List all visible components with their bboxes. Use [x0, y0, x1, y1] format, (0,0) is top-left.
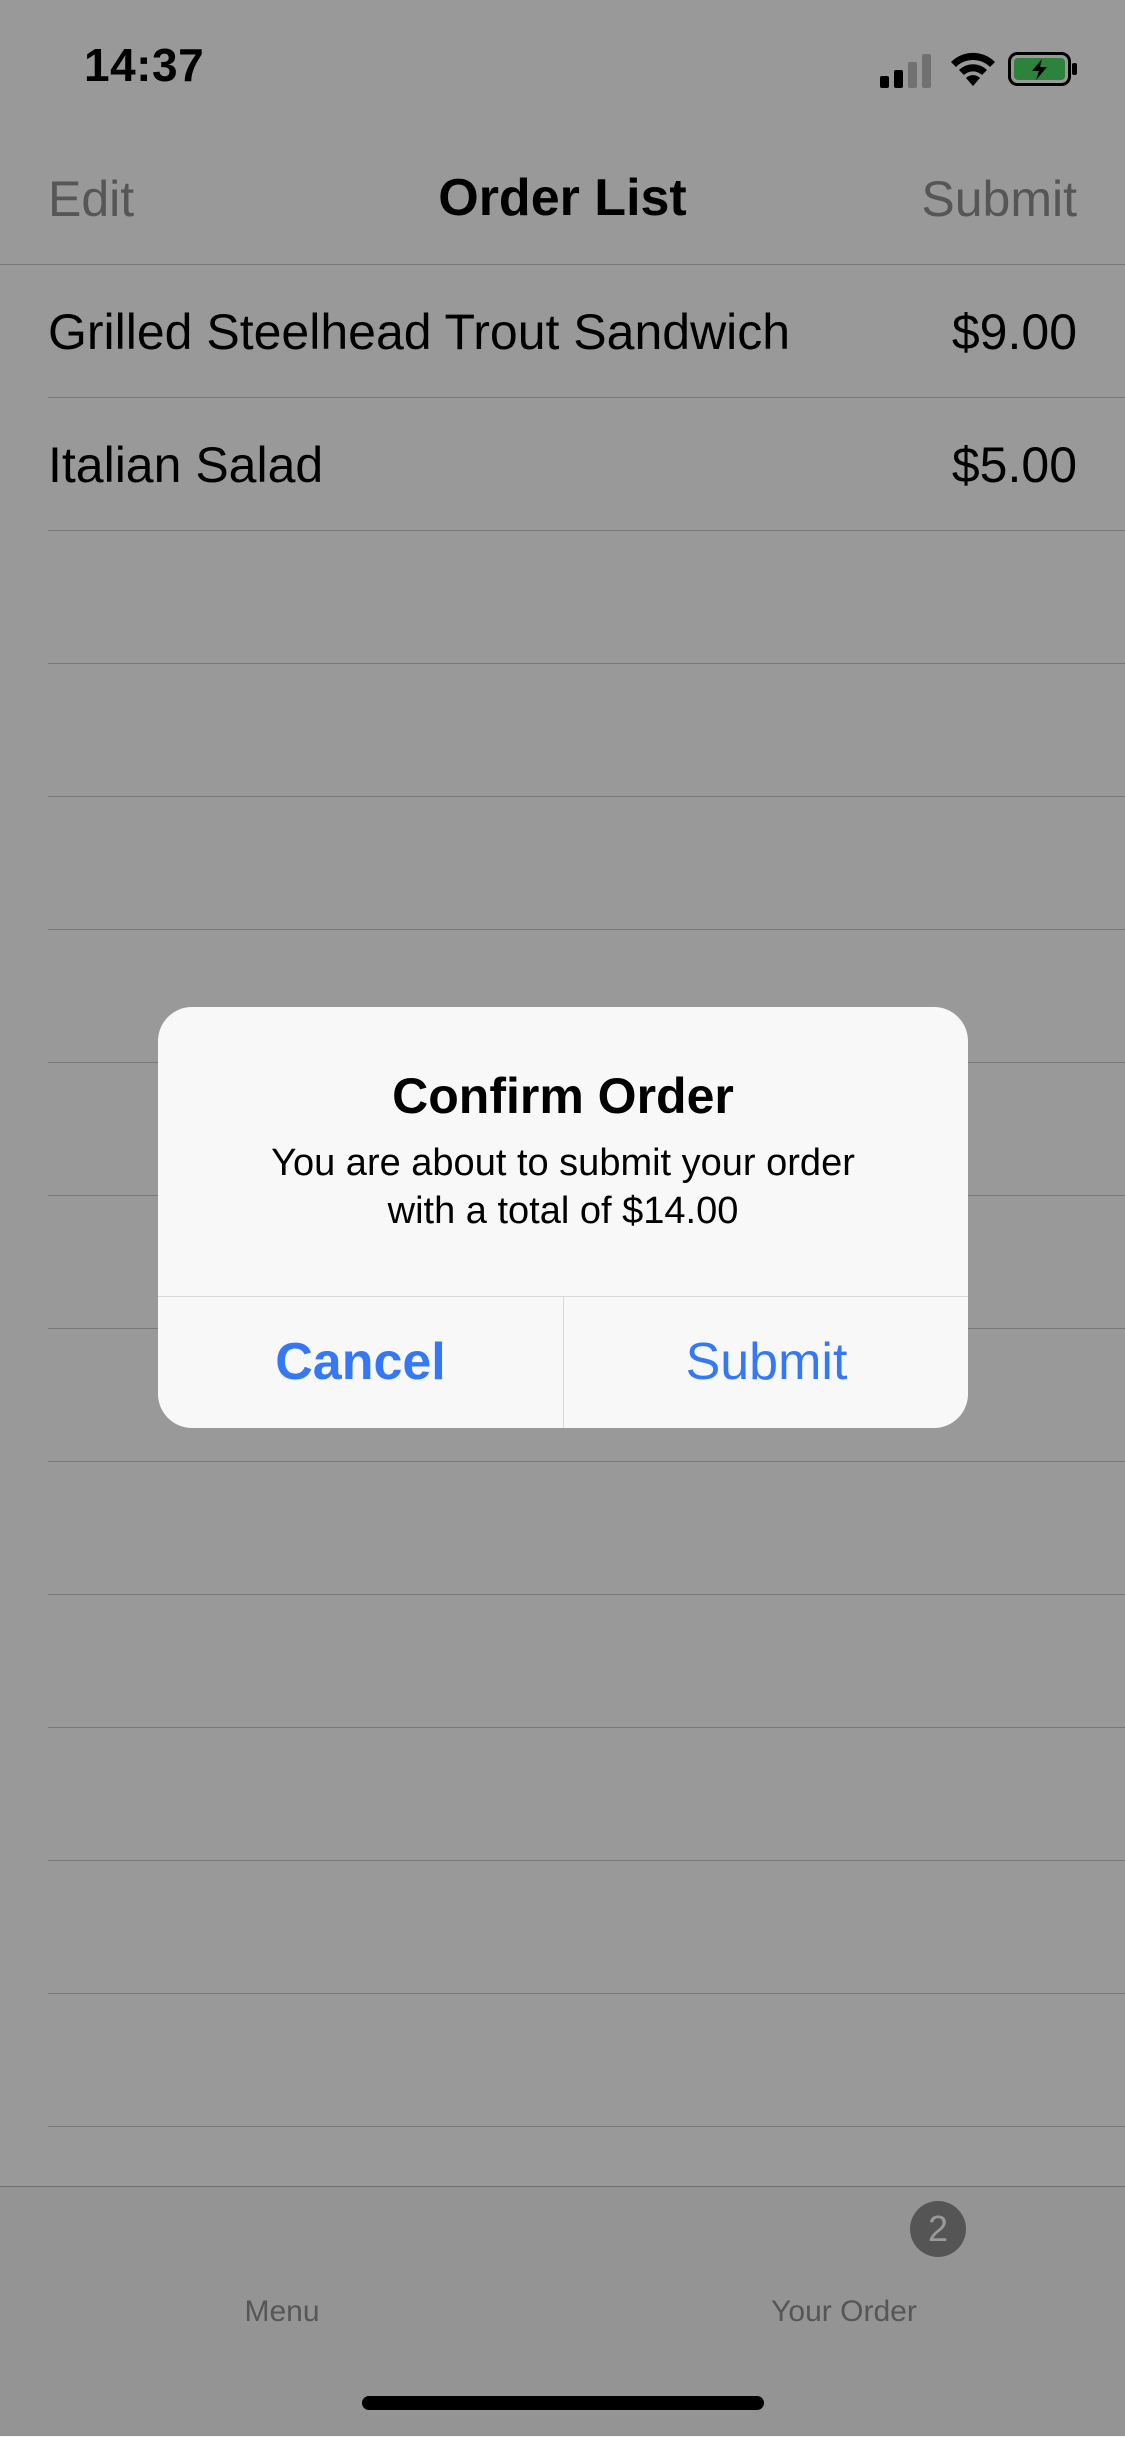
submit-button[interactable]: Submit — [564, 1297, 968, 1428]
confirm-order-alert: Confirm Order You are about to submit yo… — [158, 1007, 968, 1428]
alert-message-line: with a total of $14.00 — [387, 1190, 739, 1232]
alert-message: You are about to submit your order with … — [218, 1139, 908, 1235]
alert-title: Confirm Order — [392, 1068, 734, 1124]
cancel-button[interactable]: Cancel — [158, 1297, 563, 1428]
alert-message-line: You are about to submit your order — [271, 1142, 855, 1184]
